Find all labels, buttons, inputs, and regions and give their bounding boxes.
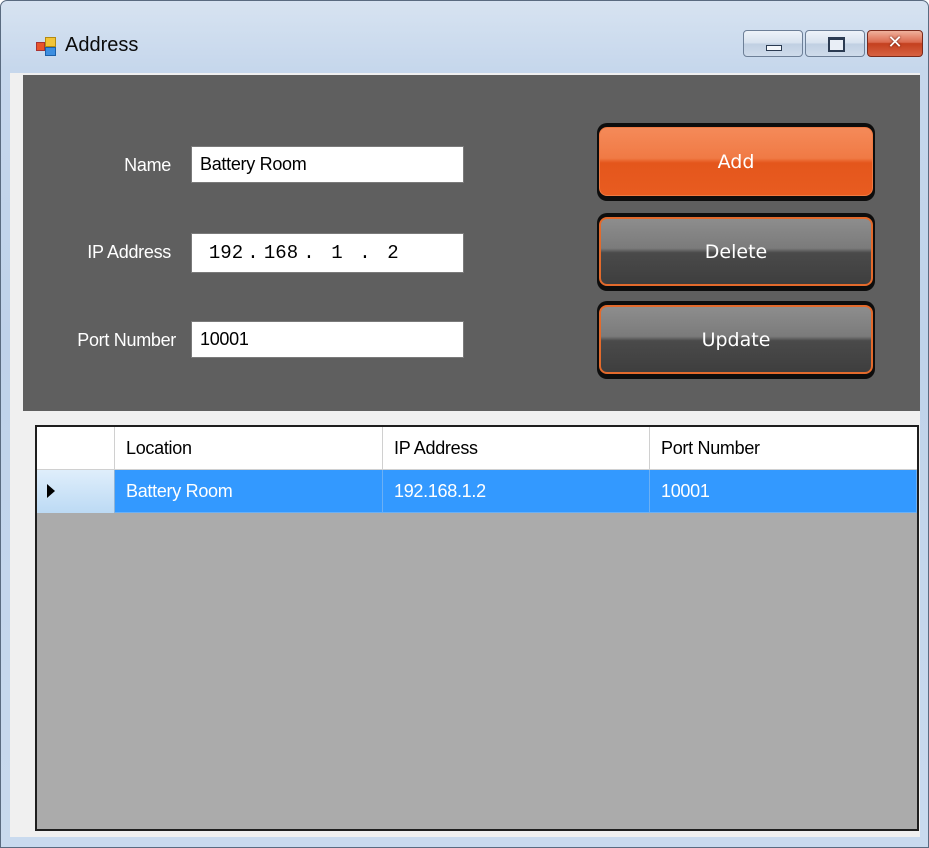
cell-port-number[interactable]: 10001 [650,470,917,513]
close-button[interactable]: ✕ [867,30,923,57]
table-row[interactable]: Battery Room 192.168.1.2 10001 [37,470,917,513]
close-icon: ✕ [887,32,903,53]
delete-button[interactable]: Delete [597,213,875,291]
add-button-label: Add [599,127,873,196]
ip-dot: . [247,242,259,264]
ip-dot: . [359,242,371,264]
current-row-arrow-icon [47,484,55,498]
delete-button-label: Delete [599,217,873,286]
maximize-icon [828,37,845,52]
update-button[interactable]: Update [597,301,875,379]
maximize-button[interactable] [805,30,865,57]
app-window-icon [36,37,56,56]
ip-octet-4[interactable]: 2 [372,242,414,264]
name-label: Name [124,155,171,175]
column-header-ip-address[interactable]: IP Address [383,427,650,469]
update-button-label: Update [599,305,873,374]
ip-dot: . [303,242,315,264]
cell-location[interactable]: Battery Room [115,470,383,513]
ip-octet-1[interactable]: 192 [206,242,246,264]
minimize-icon [766,45,782,51]
window-title: Address [65,34,139,56]
cell-ip-address[interactable]: 192.168.1.2 [383,470,650,513]
grid-header-row: Location IP Address Port Number [37,427,917,470]
title-bar[interactable]: Address ✕ [1,1,928,73]
name-input[interactable] [191,146,464,183]
grid-corner-header[interactable] [37,427,115,469]
port-number-label: Port Number [77,330,176,350]
port-number-input[interactable] [191,321,464,358]
ip-octet-3[interactable]: 1 [316,242,358,264]
ip-address-label: IP Address [87,242,171,262]
ip-octet-2[interactable]: 168 [260,242,302,264]
address-window: Address ✕ Name IP Address 192 . 168 . 1 … [0,0,929,848]
add-button[interactable]: Add [597,123,875,201]
caption-buttons: ✕ [743,30,923,57]
column-header-location[interactable]: Location [115,427,383,469]
minimize-button[interactable] [743,30,803,57]
address-data-grid[interactable]: Location IP Address Port Number Battery … [35,425,919,831]
row-header-cell[interactable] [37,470,115,513]
ip-address-input[interactable]: 192 . 168 . 1 . 2 [191,233,464,273]
column-header-port-number[interactable]: Port Number [650,427,917,469]
